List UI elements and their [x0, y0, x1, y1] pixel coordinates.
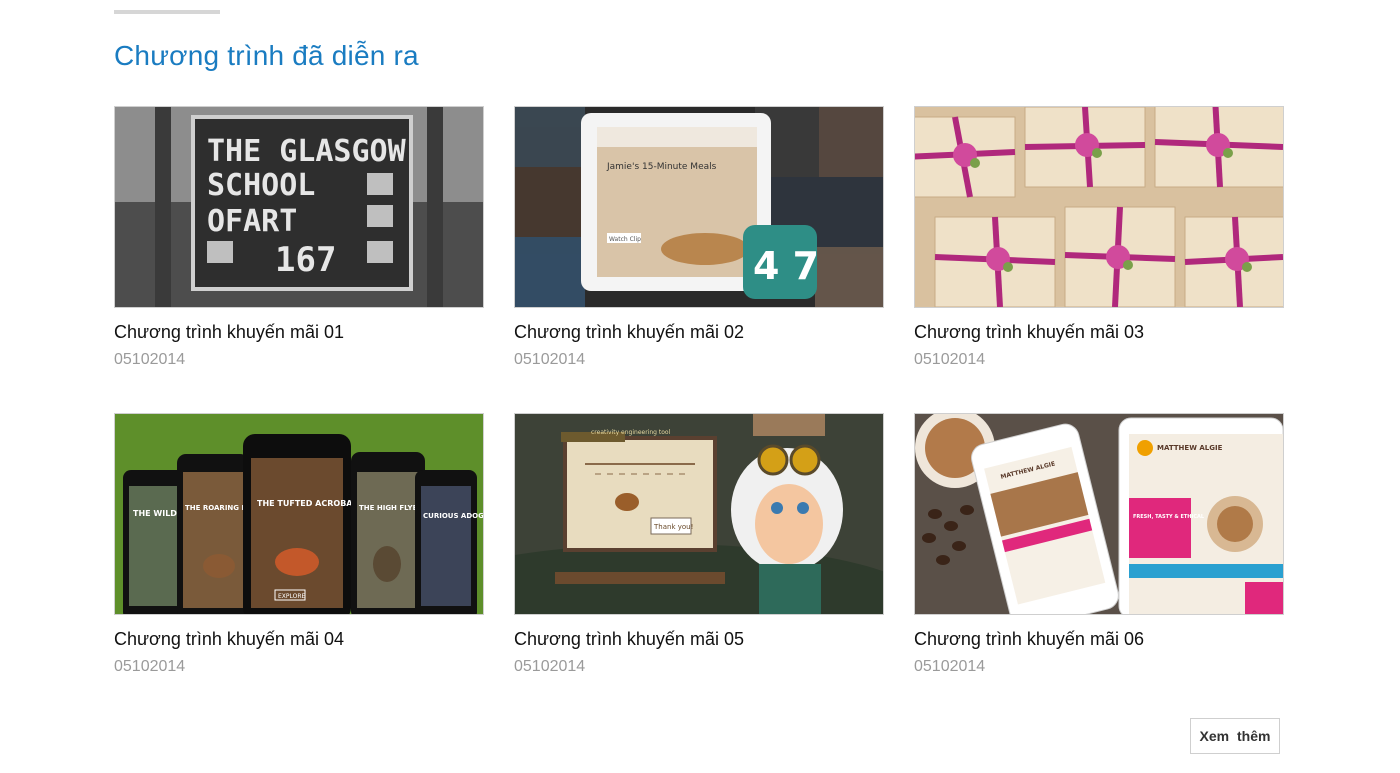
svg-text:CURIOUS ADOG: CURIOUS ADOG: [423, 512, 483, 520]
svg-text:creativity engineering tool: creativity engineering tool: [591, 429, 671, 436]
promo-card-06[interactable]: MATTHEW ALGIE MATTHEW ALGIE FRESH, TASTY…: [914, 413, 1284, 693]
tablet-cooking-app-image: Jamie's 15-Minute Meals Watch Clip 4 7: [515, 107, 883, 307]
professor-game-image: creativity engineering tool Thank you!: [515, 414, 883, 614]
promo-date: 05102014: [914, 351, 986, 368]
promo-title[interactable]: Chương trình khuyến mãi 01: [114, 321, 484, 343]
svg-text:Thank you!: Thank you!: [653, 523, 693, 531]
promo-thumbnail-05[interactable]: creativity engineering tool Thank you!: [514, 413, 884, 615]
svg-text:EXPLORE: EXPLORE: [278, 593, 306, 600]
view-more-button[interactable]: Xem thêm: [1190, 718, 1280, 754]
promo-date: 05102014: [114, 351, 186, 368]
promo-title[interactable]: Chương trình khuyến mãi 03: [914, 321, 1284, 343]
svg-text:4 7: 4 7: [753, 244, 819, 288]
section-title: Chương trình đã diễn ra: [114, 40, 419, 71]
svg-text:SCHOOL: SCHOOL: [207, 168, 315, 203]
coffee-app-image: MATTHEW ALGIE MATTHEW ALGIE FRESH, TASTY…: [915, 414, 1283, 614]
promo-date: 05102014: [114, 658, 186, 675]
svg-text:THE TUFTED ACROBAT: THE TUFTED ACROBAT: [257, 499, 358, 508]
promo-card-02[interactable]: Jamie's 15-Minute Meals Watch Clip 4 7 C…: [514, 106, 884, 386]
promo-thumbnail-03[interactable]: [914, 106, 1284, 308]
promo-card-04[interactable]: THE WILD DIVE THE ROARING MONARCH THE TU…: [114, 413, 484, 693]
svg-text:OFART: OFART: [207, 204, 297, 239]
promo-title[interactable]: Chương trình khuyến mãi 04: [114, 628, 484, 650]
promo-card-03[interactable]: Chương trình khuyến mãi 03 05102014: [914, 106, 1284, 386]
svg-text:THE GLASGOW: THE GLASGOW: [207, 134, 407, 169]
glasgow-sign-image: THE GLASGOW SCHOOL OFART 167: [115, 107, 483, 307]
svg-text:Jamie's 15-Minute Meals: Jamie's 15-Minute Meals: [606, 162, 717, 172]
top-divider: [114, 10, 220, 14]
svg-text:FRESH, TASTY & ETHICAL: FRESH, TASTY & ETHICAL: [1133, 514, 1205, 520]
promo-thumbnail-04[interactable]: THE WILD DIVE THE ROARING MONARCH THE TU…: [114, 413, 484, 615]
promo-thumbnail-06[interactable]: MATTHEW ALGIE MATTHEW ALGIE FRESH, TASTY…: [914, 413, 1284, 615]
svg-text:Watch Clip: Watch Clip: [609, 236, 641, 243]
promo-title[interactable]: Chương trình khuyến mãi 02: [514, 321, 884, 343]
promo-date: 05102014: [514, 351, 586, 368]
promo-thumbnail-01[interactable]: THE GLASGOW SCHOOL OFART 167: [114, 106, 484, 308]
promo-date: 05102014: [514, 658, 586, 675]
svg-text:THE HIGH FLYER: THE HIGH FLYER: [359, 504, 423, 512]
promo-date: 05102014: [914, 658, 986, 675]
svg-text:167: 167: [275, 240, 336, 280]
gift-boxes-image: [915, 107, 1283, 307]
wildlife-phones-image: THE WILD DIVE THE ROARING MONARCH THE TU…: [115, 414, 483, 614]
promo-card-05[interactable]: creativity engineering tool Thank you! C…: [514, 413, 884, 693]
svg-text:MATTHEW ALGIE: MATTHEW ALGIE: [1157, 444, 1223, 452]
promo-card-01[interactable]: THE GLASGOW SCHOOL OFART 167 Chương trìn…: [114, 106, 484, 386]
promo-title[interactable]: Chương trình khuyến mãi 05: [514, 628, 884, 650]
promo-title[interactable]: Chương trình khuyến mãi 06: [914, 628, 1284, 650]
promo-thumbnail-02[interactable]: Jamie's 15-Minute Meals Watch Clip 4 7: [514, 106, 884, 308]
